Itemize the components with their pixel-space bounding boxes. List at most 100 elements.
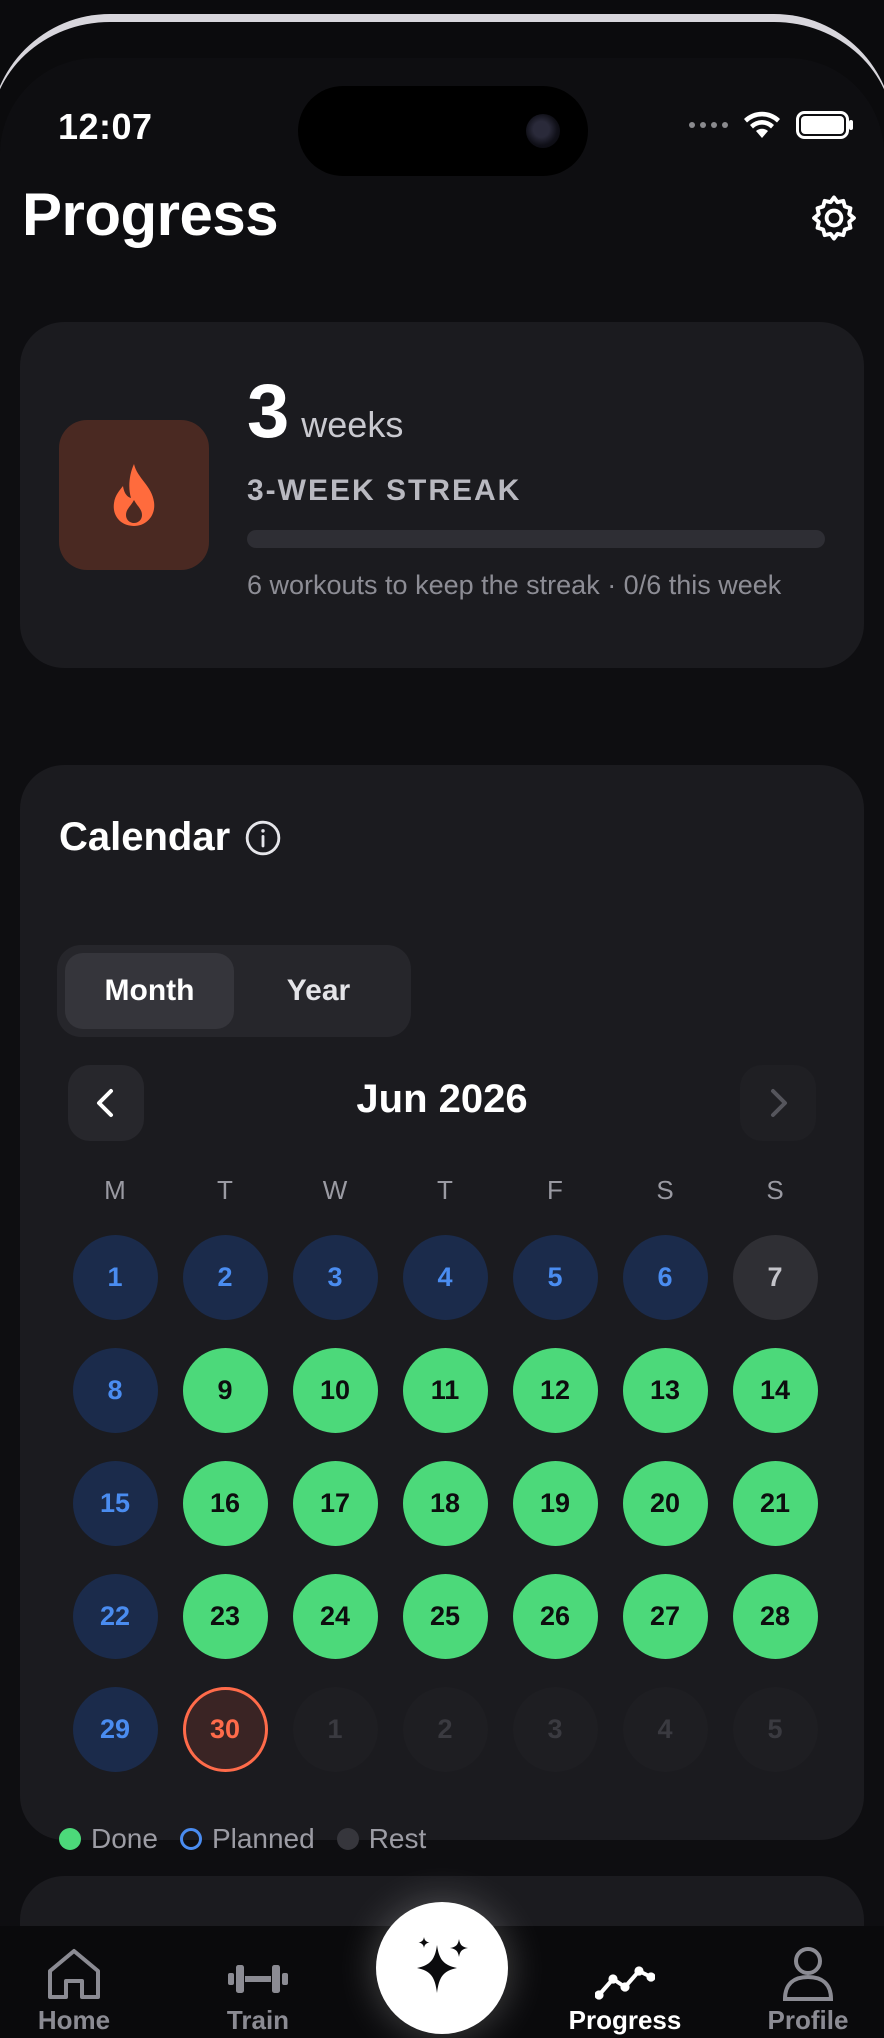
streak-card[interactable]: 3 weeks 3-WEEK STREAK 6 workouts to keep…: [20, 322, 864, 668]
dumbbell-icon: [228, 1965, 288, 1993]
calendar-header: Calendar: [59, 815, 282, 860]
home-icon: [48, 1949, 100, 1999]
tab-train[interactable]: Train: [183, 1926, 333, 2038]
gear-icon: [812, 195, 856, 241]
calendar-day-cell: 7: [720, 1235, 830, 1320]
calendar-day-cell: 13: [610, 1348, 720, 1433]
calendar-day-cell: 28: [720, 1574, 830, 1659]
weekday-label: S: [656, 1175, 674, 1205]
chevron-right-icon: [771, 1089, 787, 1117]
chart-line-icon: [595, 1966, 655, 2000]
calendar-day-cell: 24: [280, 1574, 390, 1659]
calendar-day-cell: 29: [60, 1687, 170, 1772]
settings-button[interactable]: [806, 190, 862, 246]
legend-planned-label: Planned: [211, 1823, 315, 1854]
streak-count: 3 weeks: [247, 368, 403, 455]
streak-subtext: 6 workouts to keep the streak · 0/6 this…: [247, 570, 782, 600]
legend-rest-label: Rest: [368, 1823, 427, 1854]
next-month-button[interactable]: [740, 1065, 816, 1141]
weekday-label: T: [217, 1175, 233, 1205]
calendar-day-done[interactable]: 25: [402, 1574, 488, 1659]
calendar-day-cell: 8: [60, 1348, 170, 1433]
calendar-day-done[interactable]: 12: [512, 1348, 598, 1433]
calendar-day-done[interactable]: 10: [292, 1348, 378, 1433]
calendar-day-done[interactable]: 21: [732, 1461, 818, 1546]
calendar-day-done[interactable]: 28: [732, 1574, 818, 1659]
legend-done-label: Done: [91, 1823, 158, 1854]
calendar-grid: 1 2 3 4 5 6 7 8 9 10 11 12 13 14 15 16 17 18 19 20 21 22 23 24 2…: [60, 1235, 830, 1772]
calendar-day-done[interactable]: 20: [622, 1461, 708, 1546]
wifi-icon: [744, 111, 780, 138]
calendar-day-cell: 10: [280, 1348, 390, 1433]
device-frame: 12:07 Progress 3 weeks 3-WEEK STREAK 6 w…: [0, 0, 884, 2038]
weekday-label: T: [437, 1175, 453, 1205]
screen: 12:07 Progress 3 weeks 3-WEEK STREAK 6 w…: [0, 58, 884, 2038]
tab-profile[interactable]: Profile: [733, 1926, 883, 2038]
calendar-day-done[interactable]: 17: [292, 1461, 378, 1546]
calendar-day-planned[interactable]: 3: [292, 1235, 378, 1320]
calendar-day-cell: 26: [500, 1574, 610, 1659]
sparkles-icon: [417, 1937, 468, 1993]
calendar-day-done[interactable]: 9: [182, 1348, 268, 1433]
weekday-label: M: [104, 1175, 126, 1205]
calendar-day-planned[interactable]: 6: [622, 1235, 708, 1320]
calendar-day-planned[interactable]: 2: [182, 1235, 268, 1320]
calendar-day-rest[interactable]: 7: [732, 1235, 818, 1320]
calendar-day-today[interactable]: 30: [182, 1687, 268, 1772]
status-time: 12:07: [58, 106, 153, 147]
calendar-day-cell: 14: [720, 1348, 830, 1433]
calendar-day-cell: 5: [720, 1687, 830, 1772]
person-icon: [782, 1947, 834, 2001]
calendar-day-done[interactable]: 26: [512, 1574, 598, 1659]
done-dot-icon: [59, 1828, 81, 1850]
calendar-day-cell: 25: [390, 1574, 500, 1659]
weekday-label: W: [322, 1175, 348, 1205]
calendar-day-done[interactable]: 18: [402, 1461, 488, 1546]
camera-icon: [526, 114, 560, 148]
calendar-day-planned[interactable]: 4: [402, 1235, 488, 1320]
weekday-label: F: [547, 1175, 563, 1205]
dynamic-island: [298, 86, 588, 176]
planned-dot-icon: [179, 1828, 202, 1850]
calendar-day-planned[interactable]: 5: [512, 1235, 598, 1320]
calendar-day-done[interactable]: 14: [732, 1348, 818, 1433]
calendar-day-cell: 12: [500, 1348, 610, 1433]
calendar-day-cell: 4: [610, 1687, 720, 1772]
calendar-day-next: 5: [732, 1687, 818, 1772]
streak-number: 3: [247, 369, 290, 454]
calendar-card: Calendar Month Year Jun 2026 M T W T F S…: [20, 765, 864, 1854]
flame-icon: [113, 464, 155, 526]
tab-progress-label: Progress: [568, 2005, 682, 2035]
streak-unit: weeks: [301, 404, 404, 445]
info-icon[interactable]: [244, 819, 282, 857]
calendar-day-done[interactable]: 16: [182, 1461, 268, 1546]
year-tab[interactable]: Year: [234, 953, 403, 1029]
tab-progress[interactable]: Progress: [550, 1926, 700, 2038]
tab-profile-label: Profile: [767, 2005, 849, 2035]
calendar-day-done[interactable]: 24: [292, 1574, 378, 1659]
calendar-day-planned[interactable]: 15: [72, 1461, 158, 1546]
calendar-day-cell: 20: [610, 1461, 720, 1546]
calendar-day-cell: 1: [280, 1687, 390, 1772]
calendar-day-done[interactable]: 23: [182, 1574, 268, 1659]
calendar-day-planned[interactable]: 8: [72, 1348, 158, 1433]
calendar-day-cell: 15: [60, 1461, 170, 1546]
ai-assistant-button[interactable]: [376, 1902, 508, 2034]
month-tab[interactable]: Month: [65, 953, 234, 1029]
calendar-day-next: 4: [622, 1687, 708, 1772]
calendar-day-done[interactable]: 27: [622, 1574, 708, 1659]
streak-label: 3-WEEK STREAK: [247, 474, 522, 507]
calendar-day-planned[interactable]: 29: [72, 1687, 158, 1772]
view-toggle: Month Year: [57, 945, 411, 1037]
tab-home[interactable]: Home: [0, 1926, 149, 2038]
calendar-day-done[interactable]: 19: [512, 1461, 598, 1546]
calendar-day-done[interactable]: 11: [402, 1348, 488, 1433]
calendar-day-cell: 2: [170, 1235, 280, 1320]
calendar-day-planned[interactable]: 22: [72, 1574, 158, 1659]
calendar-day-cell: 30: [170, 1687, 280, 1772]
calendar-day-planned[interactable]: 1: [72, 1235, 158, 1320]
calendar-day-cell: 11: [390, 1348, 500, 1433]
signal-icon: [689, 122, 728, 128]
legend-planned: Planned: [179, 1823, 315, 1855]
calendar-day-done[interactable]: 13: [622, 1348, 708, 1433]
